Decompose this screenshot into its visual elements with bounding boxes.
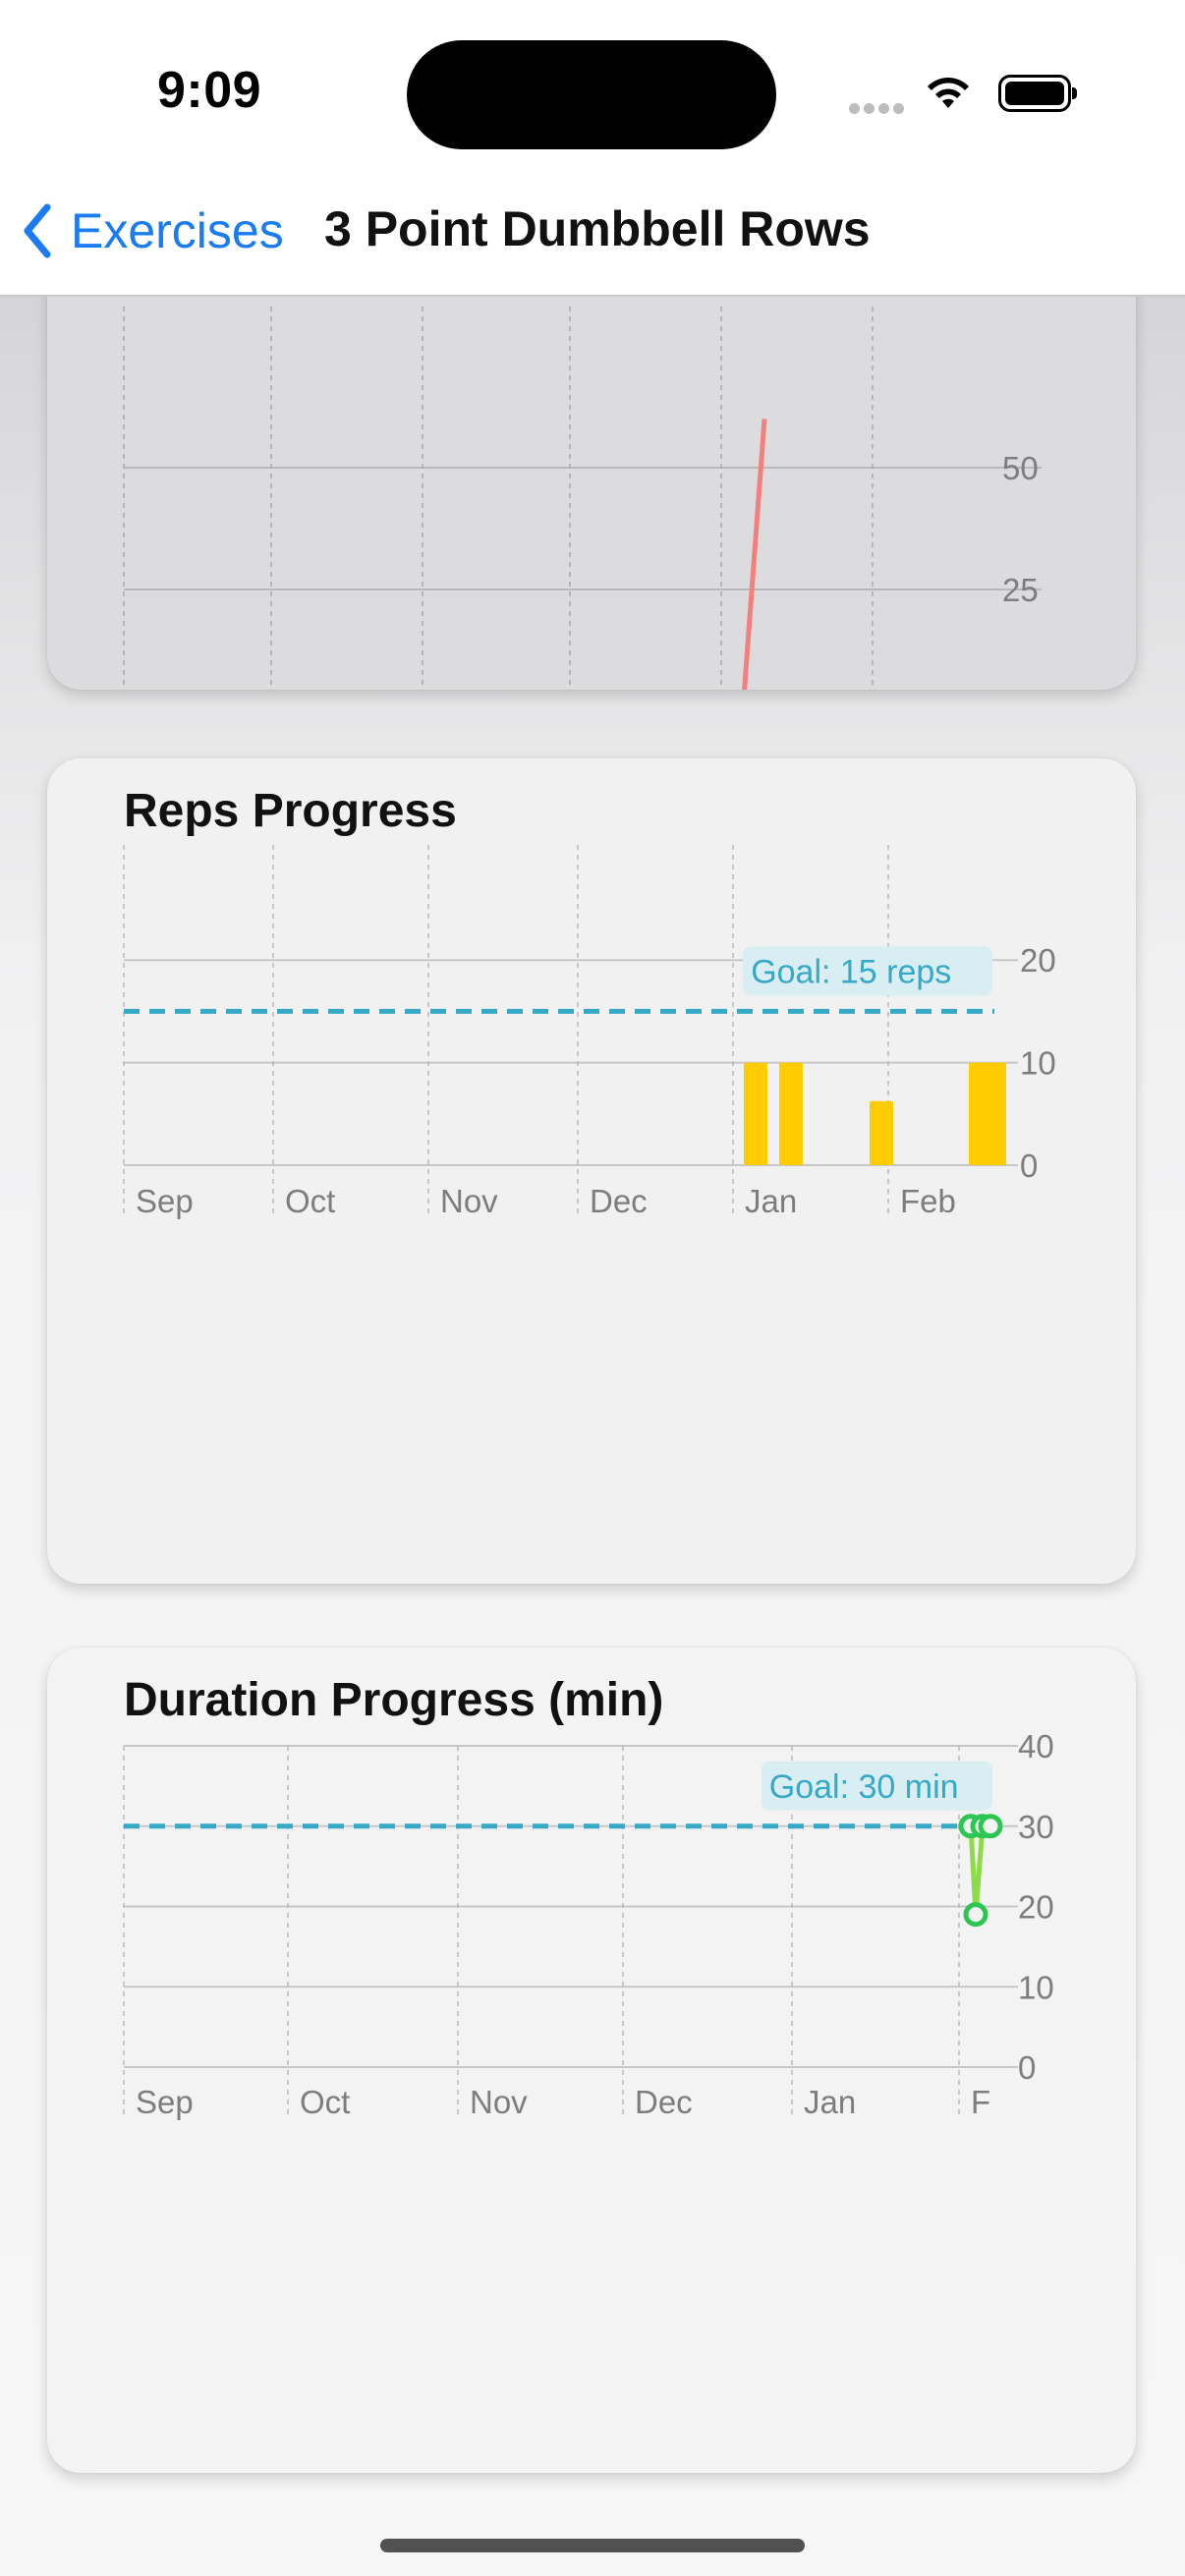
y-tick-label: 0 bbox=[1020, 1148, 1038, 1184]
x-tick-label: Jan bbox=[745, 1183, 797, 1219]
x-tick-label: Sep bbox=[136, 1183, 194, 1219]
duration-point bbox=[978, 1814, 1003, 1839]
dynamic-island bbox=[407, 40, 776, 149]
x-tick-label: Feb bbox=[900, 1183, 956, 1219]
x-tick-label: Sep bbox=[136, 2084, 194, 2120]
x-tick-label: Dec bbox=[590, 1183, 648, 1219]
x-tick-label: Jan bbox=[804, 2084, 856, 2120]
cellular-signal-icon bbox=[849, 101, 908, 119]
goal-label: Goal: 30 min bbox=[769, 1768, 959, 1806]
y-tick-label: 0 bbox=[1018, 2049, 1036, 2086]
y-tick-label: 30 bbox=[1018, 1809, 1054, 1845]
x-tick-label: Nov bbox=[470, 2084, 528, 2120]
weight-line bbox=[742, 419, 767, 690]
y-tick-label: 25 bbox=[1002, 572, 1039, 608]
back-button[interactable]: Exercises bbox=[22, 196, 284, 265]
weight-progress-card: 02550SepOctNovDecJanFeb bbox=[47, 297, 1136, 690]
x-tick-label: Dec bbox=[635, 2084, 693, 2120]
reps-bar bbox=[870, 1100, 893, 1165]
duration-line bbox=[968, 1823, 990, 1918]
duration-chart: 0 10 20 30 40 Sep Oct Nov Dec Jan F Goal: 30 min bbox=[123, 1728, 1054, 2120]
duration-progress-card: Duration Progress (min) 0 10 20 30 40 Sep Oct N… bbox=[47, 1648, 1136, 2473]
x-tick-label: Oct bbox=[300, 2084, 350, 2120]
y-tick-label: 40 bbox=[1018, 1728, 1054, 1764]
y-tick-label: 10 bbox=[1018, 1969, 1054, 2005]
reps-bar bbox=[779, 1062, 803, 1165]
y-tick-label: 20 bbox=[1018, 1889, 1054, 1926]
wifi-icon bbox=[924, 73, 973, 117]
status-bar: 9:09 bbox=[0, 0, 1185, 177]
goal-label: Goal: 15 reps bbox=[751, 953, 951, 990]
reps-bar bbox=[969, 1062, 1006, 1165]
x-tick-label: F bbox=[971, 2084, 990, 2120]
scroll-content[interactable]: 02550SepOctNovDecJanFeb Reps Progress 01… bbox=[0, 297, 1185, 2576]
battery-icon bbox=[998, 75, 1077, 112]
reps-bar bbox=[744, 1062, 767, 1165]
x-tick-label: Oct bbox=[285, 1183, 335, 1219]
y-tick-label: 10 bbox=[1020, 1045, 1056, 1082]
x-tick-label: Nov bbox=[440, 1183, 498, 1219]
chevron-left-icon bbox=[24, 203, 51, 258]
y-tick-label: 20 bbox=[1020, 942, 1056, 979]
duration-point bbox=[963, 1902, 988, 1928]
reps-progress-card: Reps Progress 0 10 20 Sep Oct Nov Dec Jan Feb Goa… bbox=[47, 758, 1136, 1584]
home-indicator bbox=[380, 2539, 805, 2552]
page-title: 3 Point Dumbbell Rows bbox=[324, 201, 871, 256]
back-label: Exercises bbox=[71, 203, 284, 258]
reps-chart: 0 10 20 Sep Oct Nov Dec Jan Feb Goal: 15 reps bbox=[123, 845, 1056, 1219]
weight-chart: 02550SepOctNovDecJanFeb bbox=[123, 307, 1042, 690]
y-tick-label: 50 bbox=[1002, 450, 1039, 486]
status-time: 9:09 bbox=[157, 62, 262, 119]
